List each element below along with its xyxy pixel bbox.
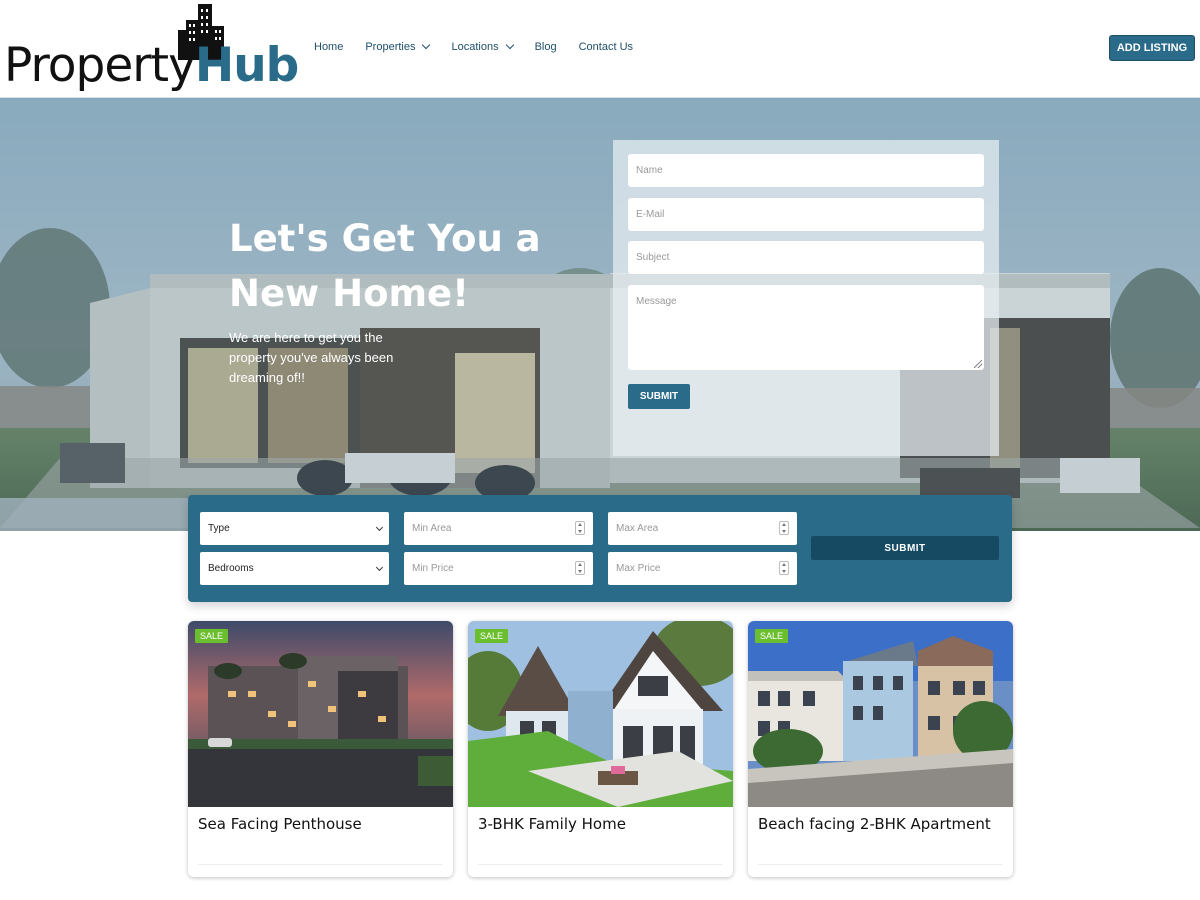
number-spinner-icon[interactable] <box>575 521 585 535</box>
nav-label: Home <box>314 41 344 53</box>
nav-item-properties[interactable]: Properties <box>365 38 431 56</box>
sale-badge: SALE <box>195 629 229 643</box>
min-price-input[interactable]: Min Price <box>404 552 593 585</box>
nav-label: Blog <box>534 41 557 53</box>
chevron-down-icon <box>505 40 514 50</box>
listing-card[interactable]: SALE Sea Facing Penthouse <box>188 621 453 877</box>
bedrooms-select-label: Bedrooms <box>208 563 254 574</box>
search-submit-button[interactable]: SUBMIT <box>811 536 999 560</box>
listing-title[interactable]: Beach facing 2-BHK Apartment <box>758 815 991 833</box>
card-divider <box>478 864 723 865</box>
listing-image[interactable] <box>468 621 733 807</box>
textarea-resize-icon[interactable] <box>974 360 982 368</box>
sale-badge: SALE <box>755 629 789 643</box>
nav-label: Locations <box>451 41 499 53</box>
listing-title[interactable]: 3-BHK Family Home <box>478 815 626 833</box>
site-header: PropertyHub Home Properties Locations Bl… <box>0 0 1200 98</box>
max-price-placeholder: Max Price <box>616 563 661 574</box>
max-price-input[interactable]: Max Price <box>608 552 797 585</box>
chevron-down-icon <box>422 40 431 50</box>
listing-image[interactable] <box>188 621 453 807</box>
name-field[interactable]: Name <box>628 154 984 187</box>
nav-item-blog[interactable]: Blog <box>535 38 557 56</box>
email-field[interactable]: E-Mail <box>628 198 984 231</box>
hero-overlay <box>0 98 1200 531</box>
nav-label: Properties <box>365 41 416 53</box>
message-field[interactable]: Message <box>628 285 984 370</box>
type-select-label: Type <box>208 523 230 534</box>
property-search: Type Min Area Max Area Bedrooms Min Pric… <box>188 495 1012 602</box>
card-divider <box>758 864 1003 865</box>
logo[interactable]: PropertyHub <box>4 4 304 94</box>
hero-subtitle: We are here to get you the property you'… <box>229 330 394 385</box>
brand-name: PropertyHub <box>4 38 299 94</box>
add-listing-button[interactable]: ADD LISTING <box>1109 35 1195 61</box>
listing-card[interactable]: SALE Beach facing 2-BHK Apartment <box>748 621 1013 877</box>
listing-title[interactable]: Sea Facing Penthouse <box>198 815 362 833</box>
card-divider <box>198 864 443 865</box>
message-placeholder: Message <box>636 296 677 307</box>
max-area-input[interactable]: Max Area <box>608 512 797 545</box>
type-select[interactable]: Type <box>200 512 389 545</box>
sale-badge: SALE <box>475 629 509 643</box>
brand-part1: Property <box>4 38 196 93</box>
subject-field[interactable]: Subject <box>628 241 984 274</box>
contact-submit-button[interactable]: SUBMIT <box>628 384 690 409</box>
number-spinner-icon[interactable] <box>575 561 585 575</box>
hero-title: Let's Get You a New Home! <box>229 217 541 315</box>
main-nav: Home Properties Locations Blog Contact U… <box>314 38 655 56</box>
select-arrow-icon <box>375 523 384 532</box>
nav-item-locations[interactable]: Locations <box>451 38 514 56</box>
brand-part2: Hub <box>194 38 299 93</box>
min-area-placeholder: Min Area <box>412 523 452 534</box>
nav-label: Contact Us <box>578 41 634 53</box>
min-price-placeholder: Min Price <box>412 563 454 574</box>
contact-form: Name E-Mail Subject Message SUBMIT <box>613 140 999 456</box>
number-spinner-icon[interactable] <box>779 521 789 535</box>
bedrooms-select[interactable]: Bedrooms <box>200 552 389 585</box>
max-area-placeholder: Max Area <box>616 523 659 534</box>
min-area-input[interactable]: Min Area <box>404 512 593 545</box>
listing-image[interactable] <box>748 621 1013 807</box>
nav-item-contact[interactable]: Contact Us <box>579 38 633 56</box>
select-arrow-icon <box>375 563 384 572</box>
nav-item-home[interactable]: Home <box>314 38 343 56</box>
listing-card[interactable]: SALE 3-BHK Family Home <box>468 621 733 877</box>
hero-section: Let's Get You a New Home! We are here to… <box>0 98 1200 531</box>
number-spinner-icon[interactable] <box>779 561 789 575</box>
